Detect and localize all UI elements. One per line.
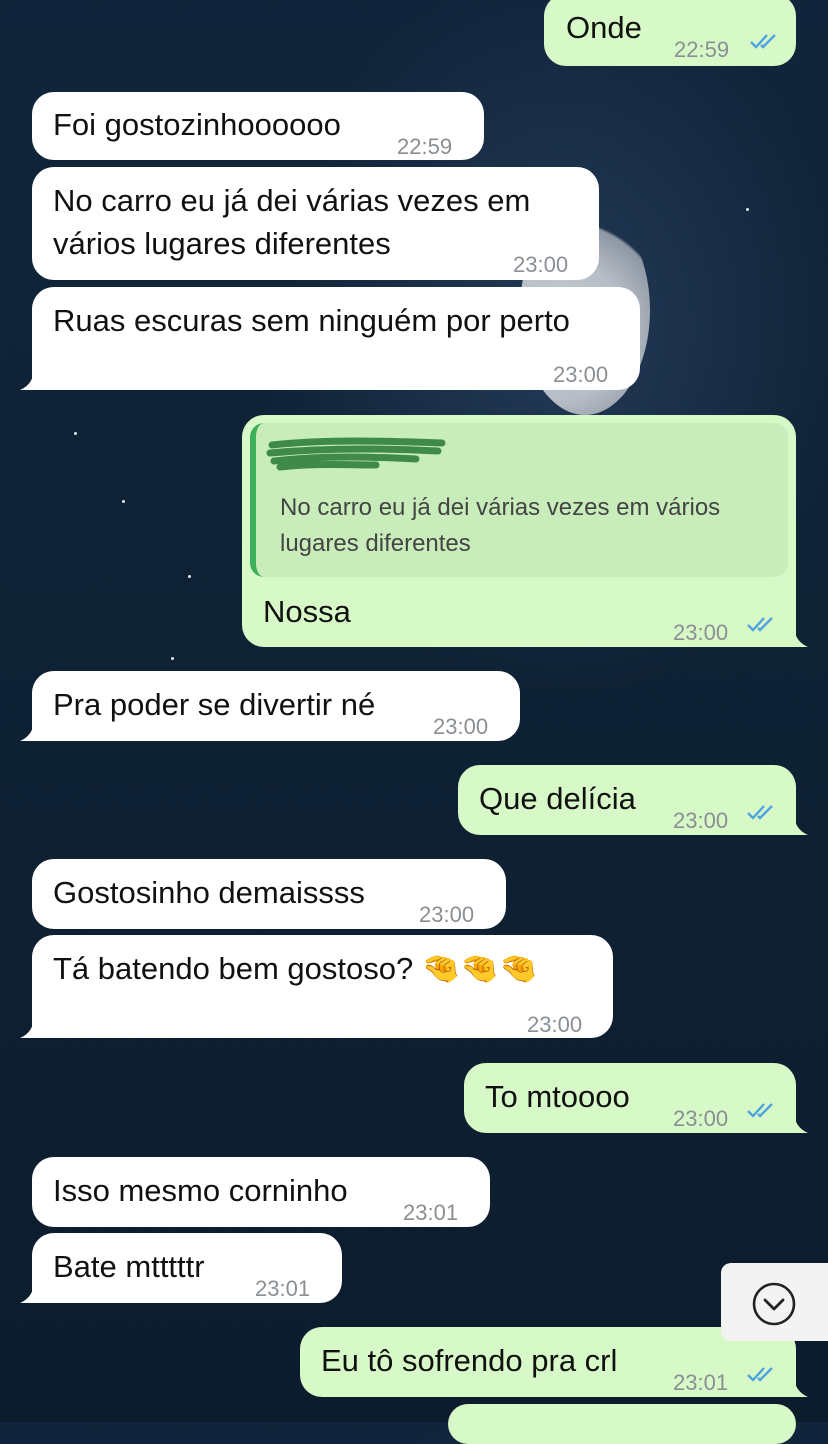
message-outgoing[interactable]: Que delícia 23:00 [458, 765, 796, 835]
message-text: To mtoooo [485, 1079, 630, 1114]
message-text: Eu tô sofrendo pra crl [321, 1343, 618, 1378]
message-text: Que delícia [479, 781, 636, 816]
message-incoming[interactable]: Gostosinho demaissss 23:00 [32, 859, 506, 929]
message-text: Gostosinho demaissss [53, 875, 365, 910]
bubble-tail [20, 1016, 42, 1038]
message-time: 23:01 [673, 1370, 729, 1395]
background-star [746, 208, 749, 211]
message-text: Foi gostozinhoooooo [53, 107, 341, 142]
message-incoming[interactable]: Bate mtttttr 23:01 [32, 1233, 342, 1303]
chevron-down-circle-icon [752, 1282, 796, 1326]
redacted-name-scribble [266, 437, 446, 471]
message-text: Onde [566, 10, 642, 45]
bubble-tail [786, 1111, 808, 1133]
message-time: 23:00 [673, 808, 729, 833]
quoted-text-line: lugares diferentes [280, 530, 471, 557]
message-text-line: No carro eu já dei várias vezes em [53, 183, 531, 218]
read-ticks-icon [750, 34, 776, 49]
message-time: 23:00 [673, 620, 729, 645]
message-text: Nossa [263, 594, 351, 629]
bubble-tail [20, 1281, 42, 1303]
message-text: Tá batendo bem gostoso? 🤏🤏🤏 [53, 951, 538, 986]
read-ticks-icon [747, 617, 773, 632]
message-text: Bate mtttttr [53, 1249, 205, 1284]
message-time: 23:00 [673, 1106, 729, 1131]
message-time: 23:00 [527, 1012, 583, 1037]
quoted-text-line: No carro eu já dei várias vezes em vário… [280, 494, 721, 521]
message-incoming[interactable]: Tá batendo bem gostoso? 🤏🤏🤏 23:00 [32, 935, 613, 1038]
message-time: 22:59 [674, 37, 730, 62]
quoted-message[interactable]: No carro eu já dei várias vezes em vário… [250, 423, 788, 577]
message-time: 23:00 [553, 362, 609, 387]
message-text: Isso mesmo corninho [53, 1173, 348, 1208]
scroll-to-bottom-button[interactable] [721, 1263, 828, 1341]
message-text-line: vários lugares diferentes [53, 226, 391, 261]
message-outgoing[interactable]: To mtoooo 23:00 [464, 1063, 796, 1133]
background-star [74, 432, 77, 435]
background-star [188, 575, 191, 578]
read-ticks-icon [747, 1103, 773, 1118]
read-ticks-icon [747, 805, 773, 820]
message-text: Ruas escuras sem ninguém por perto [53, 303, 570, 338]
bubble-tail [20, 368, 42, 390]
background-star [171, 657, 174, 660]
bubble-tail [786, 813, 808, 835]
message-incoming[interactable]: Pra poder se divertir né 23:00 [32, 671, 520, 741]
message-time: 23:00 [513, 252, 569, 277]
message-time: 23:00 [419, 902, 475, 927]
message-incoming[interactable]: Isso mesmo corninho 23:01 [32, 1157, 490, 1227]
message-time: 23:01 [255, 1276, 311, 1301]
background-star [122, 500, 125, 503]
bubble-tail [20, 719, 42, 741]
message-incoming[interactable]: Foi gostozinhoooooo 22:59 [32, 92, 484, 160]
bubble-tail [786, 1375, 808, 1397]
message-text: Pra poder se divertir né [53, 687, 376, 722]
bubble-tail [786, 625, 808, 647]
message-outgoing[interactable]: Eu tô sofrendo pra crl 23:01 [300, 1327, 796, 1397]
message-outgoing-reply[interactable]: No carro eu já dei várias vezes em vário… [242, 415, 796, 647]
message-time: 23:01 [403, 1200, 459, 1225]
message-time: 22:59 [397, 134, 453, 159]
message-outgoing-partial[interactable] [448, 1404, 796, 1444]
message-incoming[interactable]: Ruas escuras sem ninguém por perto 23:00 [32, 287, 640, 390]
message-outgoing[interactable]: Onde 22:59 [544, 0, 796, 66]
read-ticks-icon [747, 1367, 773, 1382]
message-time: 23:00 [433, 714, 489, 739]
message-incoming[interactable]: No carro eu já dei várias vezes em vário… [32, 167, 599, 280]
